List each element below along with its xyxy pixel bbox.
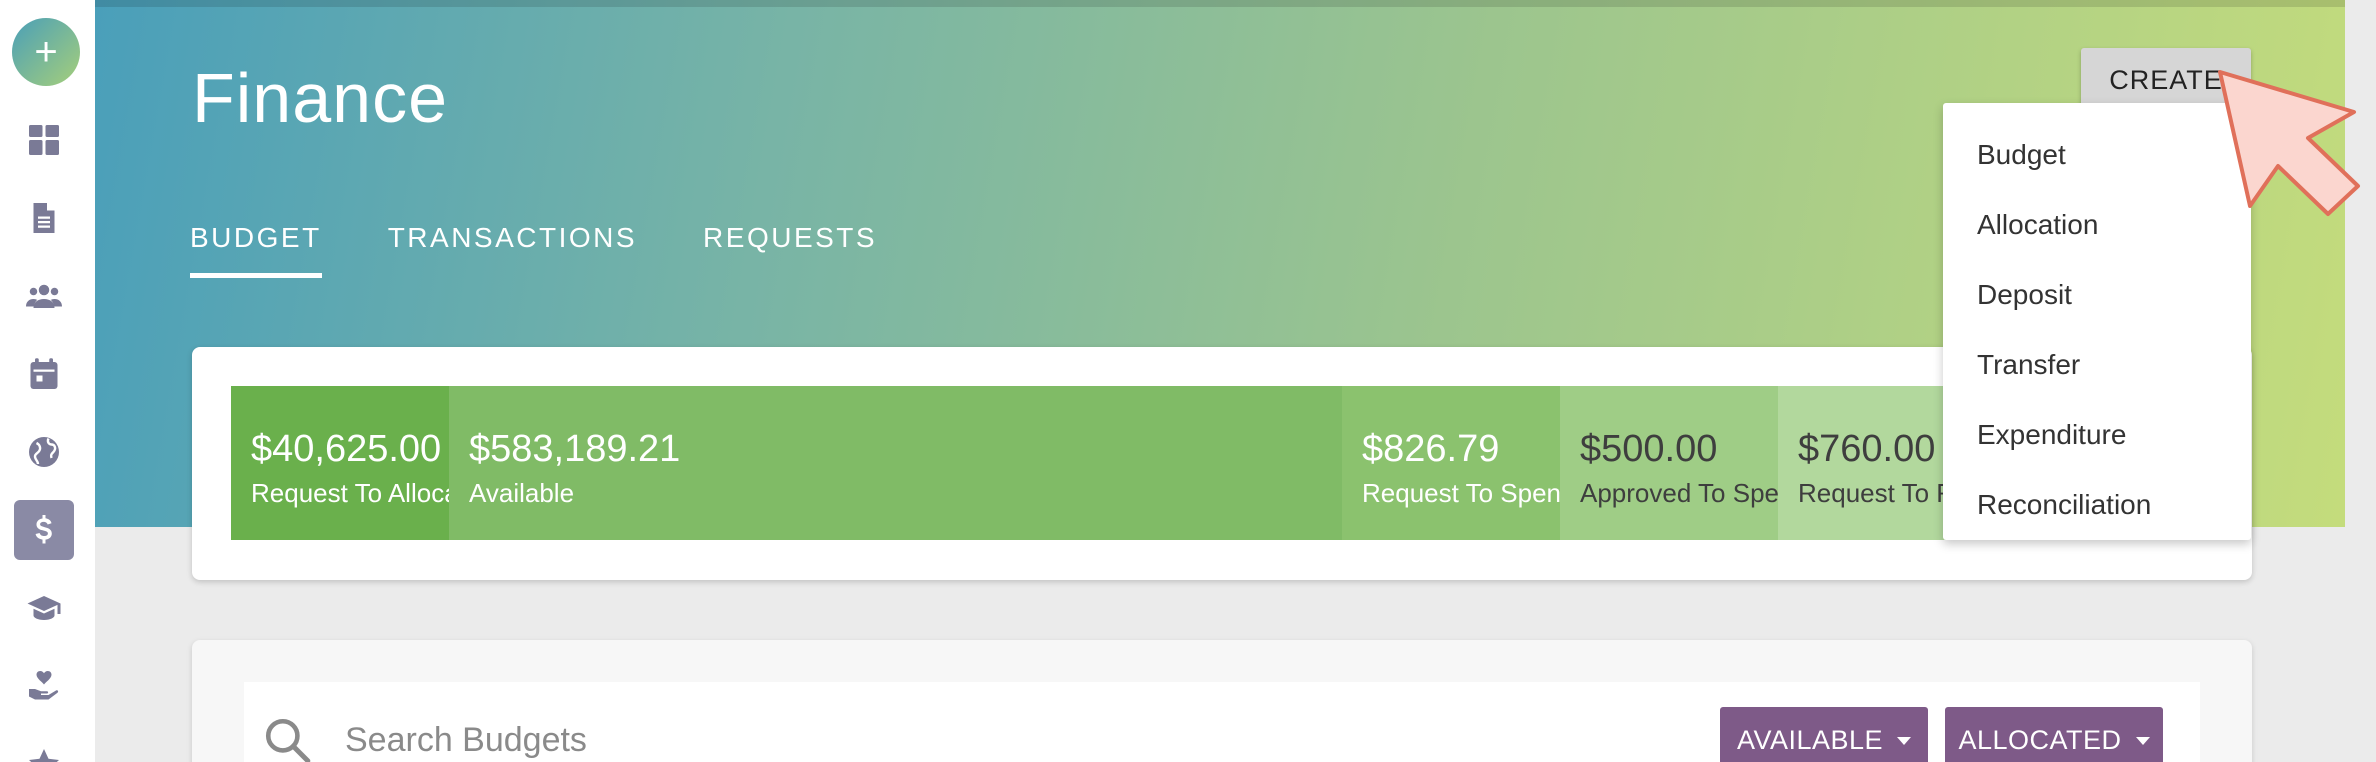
dashboard-icon[interactable] (14, 110, 74, 170)
sidebar: + (0, 0, 95, 762)
available-filter-label: AVAILABLE (1736, 724, 1884, 755)
tab-bar: BUDGET TRANSACTIONS REQUESTS (190, 222, 877, 278)
star-icon[interactable] (14, 734, 74, 762)
available-filter-button[interactable]: AVAILABLE (1720, 707, 1928, 762)
menu-item-transfer[interactable]: Transfer (1943, 330, 2251, 400)
search-icon (265, 718, 311, 762)
dollar-icon[interactable] (14, 500, 74, 560)
segment-amount: $40,625.00 (251, 428, 442, 470)
menu-item-reconciliation[interactable]: Reconciliation (1943, 470, 2251, 540)
segment-label: Request To Spend (1362, 478, 1560, 508)
hand-heart-icon[interactable] (14, 656, 74, 716)
page-title: Finance (192, 59, 449, 137)
segment-available[interactable]: $583,189.21 Available (449, 386, 1342, 540)
tab-transactions[interactable]: TRANSACTIONS (388, 222, 637, 278)
calendar-icon[interactable] (14, 344, 74, 404)
search-input[interactable] (345, 715, 1645, 762)
create-dropdown-menu: Budget Allocation Deposit Transfer Expen… (1943, 103, 2251, 540)
budget-bar: $40,625.00 Request To Allocate $583,189.… (231, 386, 2211, 540)
segment-label: Approved To Spend (1580, 478, 1778, 508)
chevron-down-icon (2135, 737, 2150, 745)
segment-amount: $760.00 (1798, 428, 1936, 470)
chevron-down-icon (1897, 737, 1912, 745)
menu-item-expenditure[interactable]: Expenditure (1943, 400, 2251, 470)
allocated-filter-label: ALLOCATED (1958, 724, 2122, 755)
cursor-arrow-icon (2218, 70, 2360, 216)
tab-requests[interactable]: REQUESTS (703, 222, 877, 278)
segment-amount: $500.00 (1580, 428, 1718, 470)
segment-request-to-spend[interactable]: $826.79 Request To Spend (1342, 386, 1560, 540)
menu-item-budget[interactable]: Budget (1943, 120, 2251, 190)
menu-item-allocation[interactable]: Allocation (1943, 190, 2251, 260)
document-icon[interactable] (14, 188, 74, 248)
segment-approved-to-spend[interactable]: $500.00 Approved To Spend (1560, 386, 1778, 540)
segment-label: Request To Allocate (251, 478, 449, 508)
segment-label: Available (469, 478, 575, 508)
allocated-filter-button[interactable]: ALLOCATED (1945, 707, 2163, 762)
tab-budget[interactable]: BUDGET (190, 222, 322, 278)
segment-request-to-allocate[interactable]: $40,625.00 Request To Allocate (231, 386, 449, 540)
globe-icon[interactable] (14, 422, 74, 482)
segment-amount: $583,189.21 (469, 428, 681, 470)
graduation-cap-icon[interactable] (14, 578, 74, 638)
add-button[interactable]: + (12, 18, 80, 86)
users-icon[interactable] (14, 266, 74, 326)
segment-amount: $826.79 (1362, 428, 1500, 470)
menu-item-deposit[interactable]: Deposit (1943, 260, 2251, 330)
